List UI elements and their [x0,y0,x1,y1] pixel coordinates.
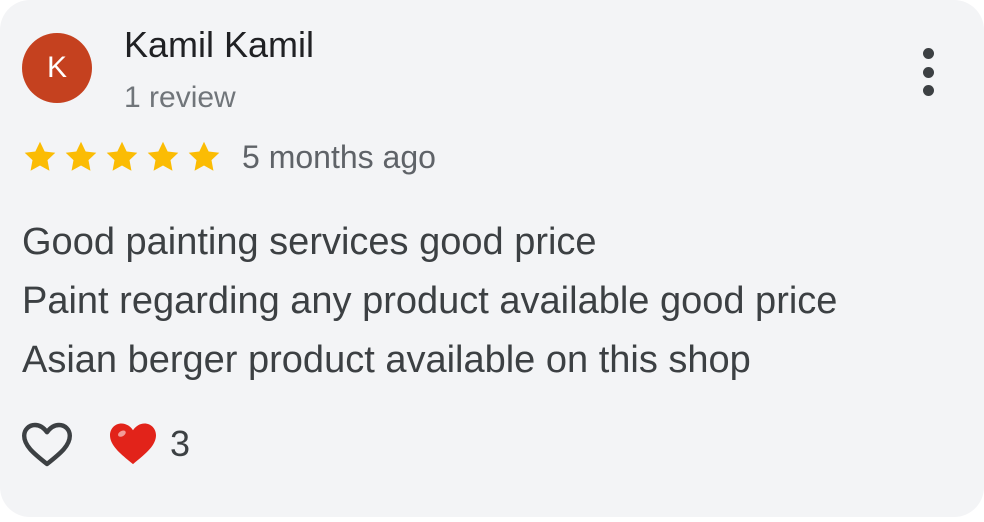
reaction-count: 3 [170,423,191,464]
reviewer-review-count[interactable]: 1 review [124,81,236,115]
star-icon [24,141,56,171]
menu-dot [922,66,934,78]
star-rating [22,139,222,175]
red-heart-icon[interactable] [108,421,158,467]
review-text-line: Paint regarding any product available go… [22,280,838,322]
menu-dot [922,85,934,96]
star-icon [106,141,138,171]
menu-dot [922,48,934,59]
star-icon [65,141,97,171]
review-time: 5 months ago [242,139,436,175]
avatar-initial: K [46,51,67,84]
review-text-line: Good painting services good price [22,221,597,263]
avatar[interactable]: K [22,33,92,103]
more-vert-icon[interactable] [912,48,944,96]
star-icon [188,141,220,171]
review-text-line: Asian berger product available on this s… [22,339,751,381]
heart-outline-icon[interactable] [21,421,73,469]
review-card: K Kamil Kamil 1 review 5 months ago Good… [0,0,984,517]
reviewer-name[interactable]: Kamil Kamil [124,24,314,66]
star-icon [147,141,179,171]
review-text: Good painting services good price Paint … [22,213,837,390]
